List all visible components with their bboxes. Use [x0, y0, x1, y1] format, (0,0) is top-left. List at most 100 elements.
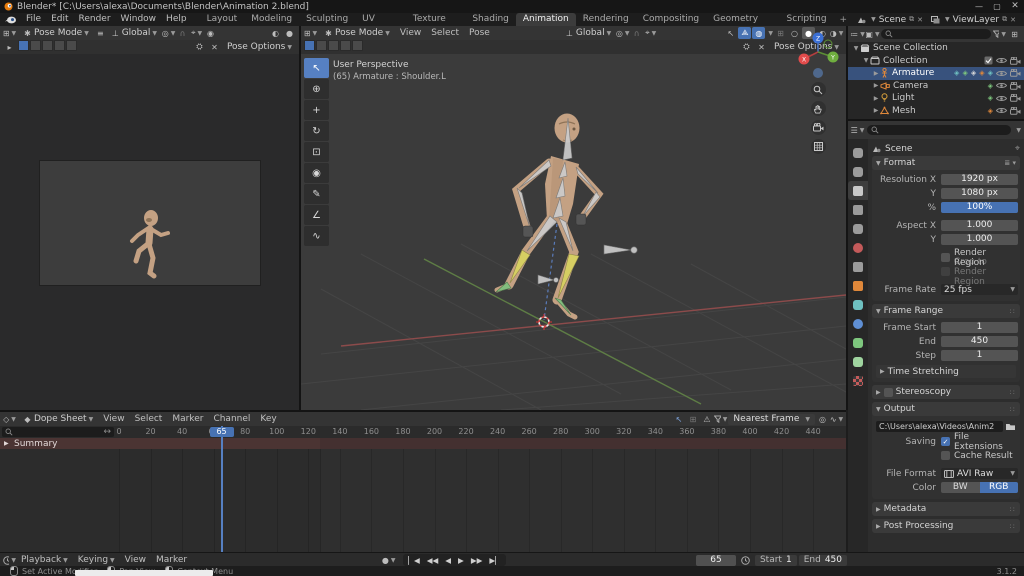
pivot-point-icon[interactable]: ◎▼: [616, 27, 629, 39]
shading-solid-icon[interactable]: ●: [283, 27, 296, 39]
bone-layer-4[interactable]: [54, 40, 65, 51]
pin-icon[interactable]: ⌖: [1015, 144, 1020, 154]
proportional-edit-icon[interactable]: ◎: [816, 413, 829, 425]
pose-breakdowner-tool[interactable]: ∿: [304, 226, 329, 246]
workspace-tab-animation[interactable]: Animation: [516, 13, 576, 26]
mode-selector[interactable]: ✱ Pose Mode▼: [17, 27, 93, 39]
bone-layer-2[interactable]: [316, 40, 327, 51]
workspace-tab-rendering[interactable]: Rendering: [576, 13, 636, 26]
rotate-tool[interactable]: ↻: [304, 121, 329, 141]
editor-type-icon[interactable]: ⊞▼: [3, 27, 16, 39]
playhead-line[interactable]: [221, 426, 223, 554]
bone-layer-5[interactable]: [66, 40, 77, 51]
expand-icon[interactable]: ▼: [876, 406, 881, 413]
zoom-view-icon[interactable]: [811, 82, 826, 97]
dope-menu-view[interactable]: View: [98, 413, 129, 426]
workspace-tab-compositing[interactable]: Compositing: [636, 13, 706, 26]
properties-tab-texture[interactable]: [848, 371, 868, 390]
show-hidden-icon[interactable]: ⊞: [686, 413, 699, 425]
workspace-tab-sculpting[interactable]: Sculpting: [299, 13, 355, 26]
use-preview-range-icon[interactable]: [739, 554, 752, 566]
editor-type-icon[interactable]: ⊞▼: [304, 27, 317, 39]
outliner-row-scene-collection[interactable]: ▼Scene Collection: [848, 42, 1024, 55]
show-overlays-icon[interactable]: ◍: [752, 27, 765, 39]
filter-icon[interactable]: ▼: [993, 28, 1006, 40]
measure-tool[interactable]: ∠: [304, 205, 329, 225]
expander-icon[interactable]: ▶: [872, 95, 880, 102]
move-tool[interactable]: +: [304, 100, 329, 120]
play-button[interactable]: ▶: [455, 556, 467, 565]
properties-tab-collection[interactable]: [848, 257, 868, 276]
invert-filter-icon[interactable]: ↔: [103, 427, 111, 437]
menu-edit[interactable]: Edit: [46, 13, 73, 26]
snap-toggle-icon[interactable]: ∩: [630, 27, 643, 39]
properties-tab-output[interactable]: [848, 181, 868, 200]
properties-tab-render[interactable]: [848, 162, 868, 181]
snap-mode-dropdown[interactable]: Nearest Frame▼: [728, 414, 815, 425]
blender-menu-icon[interactable]: [5, 16, 16, 24]
expander-icon[interactable]: ▶: [872, 82, 880, 89]
prop-value[interactable]: 1.000: [941, 234, 1018, 245]
workspace-tab-geometry-nodes[interactable]: Geometry Nodes: [706, 13, 779, 26]
pan-view-icon[interactable]: [811, 101, 826, 116]
summary-channel[interactable]: ▶ Summary: [0, 438, 320, 449]
prop-value[interactable]: 1: [941, 322, 1018, 333]
properties-search-input[interactable]: [867, 125, 1011, 135]
properties-tab-world[interactable]: [848, 238, 868, 257]
dope-menu-key[interactable]: Key: [255, 413, 281, 426]
viewlayer-selector[interactable]: ▼ ViewLayer ⧉ ✕: [927, 15, 1020, 25]
snap-toggle-icon[interactable]: ∩: [176, 27, 189, 39]
prop-value[interactable]: 450: [941, 336, 1018, 347]
proportional-edit-icon[interactable]: ◉: [204, 27, 217, 39]
xray-toggle-icon[interactable]: ⊞: [774, 27, 787, 39]
prop-value[interactable]: 1080 px: [941, 188, 1018, 199]
new-viewlayer-icon[interactable]: ⧉: [1002, 15, 1007, 24]
summary-row[interactable]: ▶ Summary: [0, 438, 846, 449]
section-header[interactable]: ▼Format≣ ▾: [872, 156, 1020, 170]
properties-tab-bone[interactable]: [848, 352, 868, 371]
pose-options-dropdown[interactable]: Pose Options▼: [223, 41, 296, 53]
keying-set-icon[interactable]: ⛭: [740, 41, 753, 53]
bone-layer-1[interactable]: [304, 40, 315, 51]
dope-sheet-grid[interactable]: [0, 449, 846, 554]
select-toggle-icon[interactable]: [984, 56, 993, 65]
checkbox[interactable]: [941, 253, 950, 262]
filter-objects-icon[interactable]: ▣▼: [866, 28, 879, 40]
cursor-tool[interactable]: ⊕: [304, 79, 329, 99]
expand-icon[interactable]: ▶: [876, 523, 881, 530]
outliner-row-mesh[interactable]: ▶Mesh◈: [848, 105, 1024, 118]
render-toggle-icon[interactable]: [1010, 94, 1021, 102]
expand-icon[interactable]: ▶: [880, 368, 885, 375]
workspace-tab-texture-paint[interactable]: Texture Paint: [406, 13, 465, 26]
frame-end-field[interactable]: End450: [799, 555, 847, 566]
timeline-menu-view[interactable]: View: [120, 554, 151, 567]
orientation-selector[interactable]: ⊥ Global▼: [108, 27, 161, 39]
subsection-time-stretching[interactable]: ▶Time Stretching: [876, 365, 1016, 378]
current-frame-field[interactable]: 65: [696, 555, 736, 566]
expander-icon[interactable]: ▶: [872, 107, 880, 114]
menu-render[interactable]: Render: [74, 13, 116, 26]
anim-badge-icon[interactable]: ◈: [988, 69, 993, 77]
render-toggle-icon[interactable]: [1010, 57, 1021, 65]
workspace-tab-scripting[interactable]: Scripting: [780, 13, 834, 26]
collapsed-menus-icon[interactable]: ≡: [94, 27, 107, 39]
clear-keying-icon[interactable]: ✕: [208, 41, 221, 53]
bone-layer-2[interactable]: [30, 40, 41, 51]
output-path-field[interactable]: C:\Users\alexa\Videos\Anim2: [876, 421, 1003, 432]
timeline-menu-marker[interactable]: Marker: [151, 554, 192, 567]
editor-type-icon[interactable]: ☰▼: [851, 124, 864, 136]
prop-value[interactable]: 100%: [941, 202, 1018, 213]
outliner-row-collection[interactable]: ▼Collection: [848, 55, 1024, 68]
auto-keying-icon[interactable]: ●▼: [382, 554, 395, 566]
properties-tab-constraints[interactable]: [848, 295, 868, 314]
hide-toggle-icon[interactable]: [996, 70, 1007, 77]
hide-toggle-icon[interactable]: [996, 57, 1007, 64]
frame-start-field[interactable]: Start1: [755, 555, 797, 566]
add-workspace-button[interactable]: +: [834, 15, 854, 25]
workspace-tab-uv-editing[interactable]: UV Editing: [355, 13, 406, 26]
menu-help[interactable]: Help: [161, 13, 192, 26]
presets-icon[interactable]: ≣ ▾: [1004, 159, 1016, 167]
hide-toggle-icon[interactable]: [996, 95, 1007, 102]
expander-icon[interactable]: ▼: [852, 45, 860, 52]
render-toggle-icon[interactable]: [1010, 69, 1021, 77]
